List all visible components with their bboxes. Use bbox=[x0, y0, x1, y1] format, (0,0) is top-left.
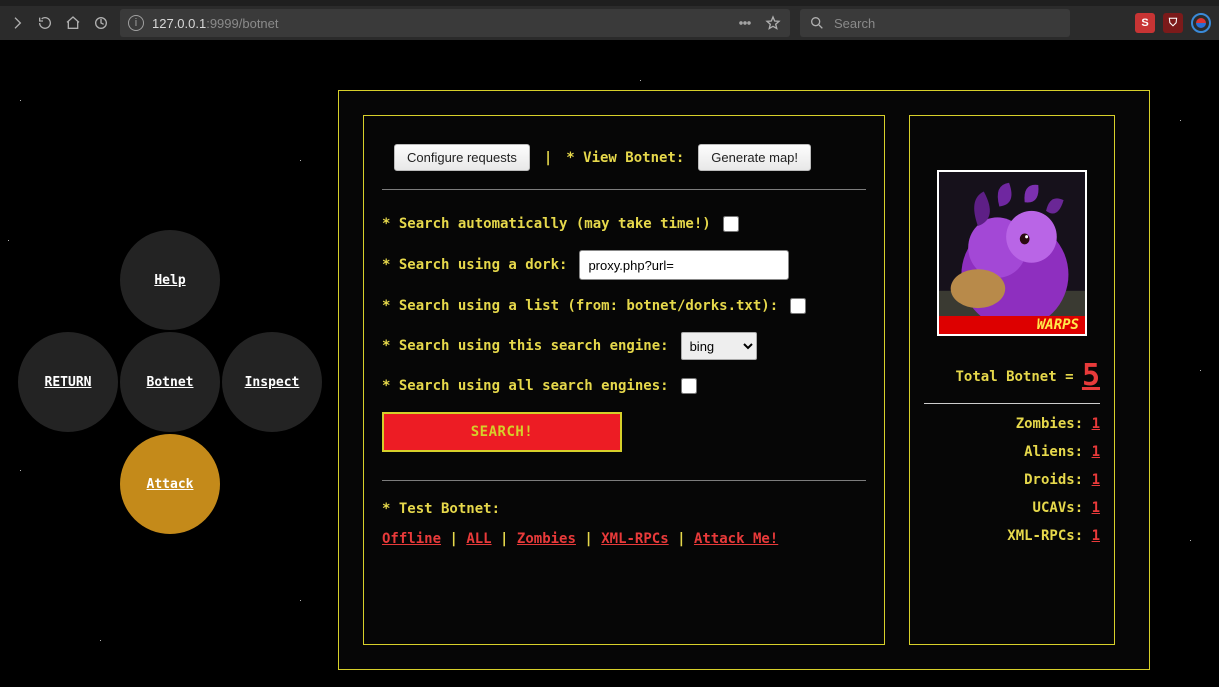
stat-droids: Droids: 1 bbox=[924, 472, 1100, 488]
stat-droids-link[interactable]: 1 bbox=[1092, 472, 1100, 488]
home-icon[interactable] bbox=[64, 14, 82, 32]
nav-botnet[interactable]: Botnet bbox=[120, 332, 220, 432]
search-all-checkbox[interactable] bbox=[681, 378, 697, 394]
stat-ucavs: UCAVs: 1 bbox=[924, 500, 1100, 516]
browser-search[interactable]: Search bbox=[800, 9, 1070, 37]
info-icon[interactable]: i bbox=[128, 15, 144, 31]
nav-return[interactable]: RETURN bbox=[18, 332, 118, 432]
search-list-label: * Search using a list (from: botnet/dork… bbox=[382, 298, 778, 314]
configure-button[interactable]: Configure requests bbox=[394, 144, 530, 171]
warps-thumbnail[interactable]: WARPS bbox=[937, 170, 1087, 336]
more-icon[interactable] bbox=[736, 14, 754, 32]
side-panel: WARPS Total Botnet = 5 Zombies: 1 Aliens… bbox=[909, 115, 1115, 645]
stat-ucavs-link[interactable]: 1 bbox=[1092, 500, 1100, 516]
search-placeholder: Search bbox=[834, 16, 875, 31]
test-links: Offline | ALL | Zombies | XML-RPCs | Att… bbox=[382, 531, 866, 547]
search-list-checkbox[interactable] bbox=[790, 298, 806, 314]
link-offline[interactable]: Offline bbox=[382, 531, 441, 547]
warps-label: WARPS bbox=[939, 316, 1085, 334]
extension-icons: S ⛉ bbox=[1135, 13, 1211, 33]
stat-aliens: Aliens: 1 bbox=[924, 444, 1100, 460]
noscript-icon[interactable] bbox=[92, 14, 110, 32]
link-xmlrpcs[interactable]: XML-RPCs bbox=[601, 531, 668, 547]
stat-xmlrpcs: XML-RPCs: 1 bbox=[924, 528, 1100, 544]
stat-xmlrpcs-link[interactable]: 1 bbox=[1092, 528, 1100, 544]
search-icon bbox=[808, 14, 826, 32]
ext-circle-icon[interactable] bbox=[1191, 13, 1211, 33]
forward-icon[interactable] bbox=[8, 14, 26, 32]
engine-select[interactable]: bing bbox=[681, 332, 757, 360]
search-dork-label: * Search using a dork: bbox=[382, 257, 567, 273]
circle-nav: Help RETURN Botnet Inspect Attack bbox=[18, 230, 323, 580]
search-auto-label: * Search automatically (may take time!) bbox=[382, 216, 711, 232]
search-engine-label: * Search using this search engine: bbox=[382, 338, 669, 354]
search-button[interactable]: SEARCH! bbox=[382, 412, 622, 452]
stat-aliens-link[interactable]: 1 bbox=[1092, 444, 1100, 460]
reload-icon[interactable] bbox=[36, 14, 54, 32]
browser-toolbar: i 127.0.0.1:9999/botnet Search S ⛉ bbox=[0, 0, 1219, 40]
link-attackme[interactable]: Attack Me! bbox=[694, 531, 778, 547]
link-all[interactable]: ALL bbox=[466, 531, 491, 547]
view-botnet-label: * View Botnet: bbox=[566, 150, 684, 166]
total-botnet-value[interactable]: 5 bbox=[1082, 358, 1100, 393]
url-text: 127.0.0.1:9999/botnet bbox=[152, 16, 279, 31]
search-auto-checkbox[interactable] bbox=[723, 216, 739, 232]
page-body: Help RETURN Botnet Inspect Attack Config… bbox=[0, 40, 1219, 687]
main-panel: Configure requests | * View Botnet: Gene… bbox=[338, 90, 1150, 670]
link-zombies[interactable]: Zombies bbox=[517, 531, 576, 547]
nav-help[interactable]: Help bbox=[120, 230, 220, 330]
generate-map-button[interactable]: Generate map! bbox=[698, 144, 811, 171]
test-label: * Test Botnet: bbox=[382, 501, 866, 517]
nav-inspect[interactable]: Inspect bbox=[222, 332, 322, 432]
ext-s-icon[interactable]: S bbox=[1135, 13, 1155, 33]
url-bar[interactable]: i 127.0.0.1:9999/botnet bbox=[120, 9, 790, 37]
stat-zombies-link[interactable]: 1 bbox=[1092, 416, 1100, 432]
search-all-label: * Search using all search engines: bbox=[382, 378, 669, 394]
star-icon[interactable] bbox=[764, 14, 782, 32]
top-sep: | bbox=[544, 150, 552, 166]
ext-ublock-icon[interactable]: ⛉ bbox=[1163, 13, 1183, 33]
total-botnet: Total Botnet = 5 bbox=[924, 358, 1100, 404]
stat-zombies: Zombies: 1 bbox=[924, 416, 1100, 432]
dork-input[interactable] bbox=[579, 250, 789, 280]
search-panel: Configure requests | * View Botnet: Gene… bbox=[363, 115, 885, 645]
nav-attack[interactable]: Attack bbox=[120, 434, 220, 534]
